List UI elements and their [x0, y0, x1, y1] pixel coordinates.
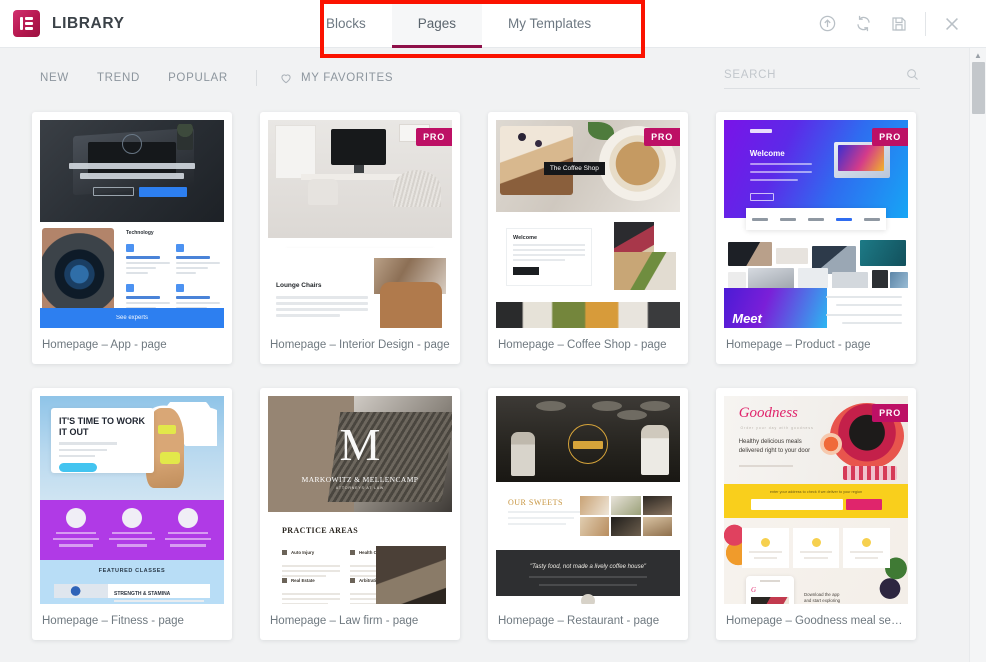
tab-blocks[interactable]: Blocks	[300, 0, 392, 48]
template-preview-restaurant[interactable]: OUR SWEETS "Tasty food, not made a livel…	[496, 396, 680, 604]
tab-my-templates[interactable]: My Templates	[482, 0, 617, 48]
template-card-title: Homepage – Goodness meal servi…	[726, 615, 915, 627]
pro-badge: PRO	[644, 128, 680, 146]
save-icon[interactable]	[881, 6, 917, 42]
elementor-logo-icon	[13, 10, 40, 37]
upload-icon[interactable]	[809, 6, 845, 42]
template-card-title: Homepage – Product - page	[726, 339, 871, 351]
template-card[interactable]: M MARKOWITZ & MELLENCAMP ATTORNEYS AT LA…	[260, 388, 460, 640]
close-icon[interactable]	[934, 6, 970, 42]
preview-hero-label: The Coffee Shop	[543, 162, 605, 176]
heart-icon	[281, 74, 291, 84]
preview-quote: "Tasty food, not made a lively coffee ho…	[529, 564, 647, 570]
preview-download-line2: and start exploring	[804, 598, 841, 603]
preview-logo-sub: Order your day with goodness	[740, 425, 814, 430]
preview-hero-title: IT'S TIME TO WORK IT OUT	[59, 416, 146, 438]
page-title: LIBRARY	[52, 14, 125, 32]
template-card-title: Homepage – Coffee Shop - page	[498, 339, 667, 351]
template-card[interactable]: Technology See experts Homepage – App - …	[32, 112, 232, 364]
tabs-group: Blocks Pages My Templates	[300, 0, 617, 48]
search-box[interactable]	[724, 67, 920, 89]
search-icon[interactable]	[905, 67, 920, 82]
filter-bar: NEW TREND POPULAR MY FAVORITES	[0, 48, 968, 108]
preview-hero-monogram: M	[339, 418, 381, 470]
preview-section-title: FEATURED CLASSES	[98, 568, 166, 574]
library-modal: LIBRARY Blocks Pages My Templates NEW TR…	[0, 0, 986, 662]
template-card[interactable]: IT'S TIME TO WORK IT OUT FEATURED CLASSE…	[32, 388, 232, 640]
preview-item: Auto Injury	[291, 550, 315, 556]
pro-badge: PRO	[872, 404, 908, 422]
preview-hero-line1: Healthy delicious meals	[738, 439, 802, 446]
search-input[interactable]	[724, 68, 905, 81]
template-preview-goodness[interactable]: PRO Goodness Order your day with goodnes…	[724, 396, 908, 604]
scrollbar-up-arrow[interactable]: ▲	[970, 48, 986, 62]
header-actions	[809, 6, 986, 42]
template-preview-coffee[interactable]: PRO The Coffee Shop Welcome	[496, 120, 680, 328]
preview-hero-title: Welcome	[749, 149, 785, 159]
template-card[interactable]: OUR SWEETS "Tasty food, not made a livel…	[488, 388, 688, 640]
template-card-title: Homepage – Restaurant - page	[498, 615, 660, 627]
template-preview-interior[interactable]: PRO Delightful Interiors RENOVATED ROOMS…	[268, 120, 452, 328]
scrollbar-thumb[interactable]	[972, 62, 985, 114]
library-header: LIBRARY Blocks Pages My Templates	[0, 0, 986, 48]
template-card[interactable]: PRO Goodness Order your day with goodnes…	[716, 388, 916, 640]
preview-section-title: Welcome	[513, 235, 538, 241]
template-card[interactable]: PRO Welcome Meet Homepage – Product - pa…	[716, 112, 916, 364]
filter-popular[interactable]: POPULAR	[168, 72, 228, 84]
filter-divider	[255, 70, 257, 86]
preview-logo: Goodness	[738, 404, 798, 421]
preview-section-title: PRACTICE AREAS	[282, 526, 359, 535]
template-card-title: Homepage – Interior Design - page	[270, 339, 450, 351]
preview-cta-label: See experts	[115, 315, 149, 321]
template-card[interactable]: PRO The Coffee Shop Welcome Homepage – C…	[488, 112, 688, 364]
pro-badge: PRO	[416, 128, 452, 146]
filter-new[interactable]: NEW	[40, 72, 69, 84]
pro-badge: PRO	[872, 128, 908, 146]
preview-banner-text: enter your address to check if we delive…	[769, 490, 863, 494]
filter-items: NEW TREND POPULAR MY FAVORITES	[0, 70, 393, 86]
template-card-title: Homepage – App - page	[42, 339, 167, 351]
preview-item: Real Estate	[291, 578, 315, 584]
template-card[interactable]: PRO Delightful Interiors RENOVATED ROOMS…	[260, 112, 460, 364]
header-divider	[925, 11, 926, 36]
scrollbar[interactable]: ▲	[969, 48, 986, 662]
template-preview-app[interactable]: Technology See experts	[40, 120, 224, 328]
preview-hero-line2: delivered right to your door	[738, 448, 811, 455]
template-preview-fitness[interactable]: IT'S TIME TO WORK IT OUT FEATURED CLASSE…	[40, 396, 224, 604]
preview-hero-sub: ATTORNEYS AT LAW	[335, 486, 385, 491]
template-preview-law[interactable]: M MARKOWITZ & MELLENCAMP ATTORNEYS AT LA…	[268, 396, 452, 604]
preview-hero-name: MARKOWITZ & MELLENCAMP	[301, 474, 419, 484]
preview-section-title: Lounge Chairs	[276, 282, 322, 289]
filter-trend[interactable]: TREND	[97, 72, 140, 84]
template-grid: Technology See experts Homepage – App - …	[0, 112, 968, 662]
sync-icon[interactable]	[845, 6, 881, 42]
template-card-title: Homepage – Fitness - page	[42, 615, 184, 627]
template-card-title: Homepage – Law firm - page	[270, 615, 419, 627]
template-preview-product[interactable]: PRO Welcome Meet	[724, 120, 908, 328]
filter-my-favorites[interactable]: MY FAVORITES	[279, 71, 393, 85]
brand: LIBRARY	[0, 10, 300, 37]
filter-my-favorites-label: MY FAVORITES	[300, 72, 394, 84]
tab-pages[interactable]: Pages	[391, 0, 483, 48]
